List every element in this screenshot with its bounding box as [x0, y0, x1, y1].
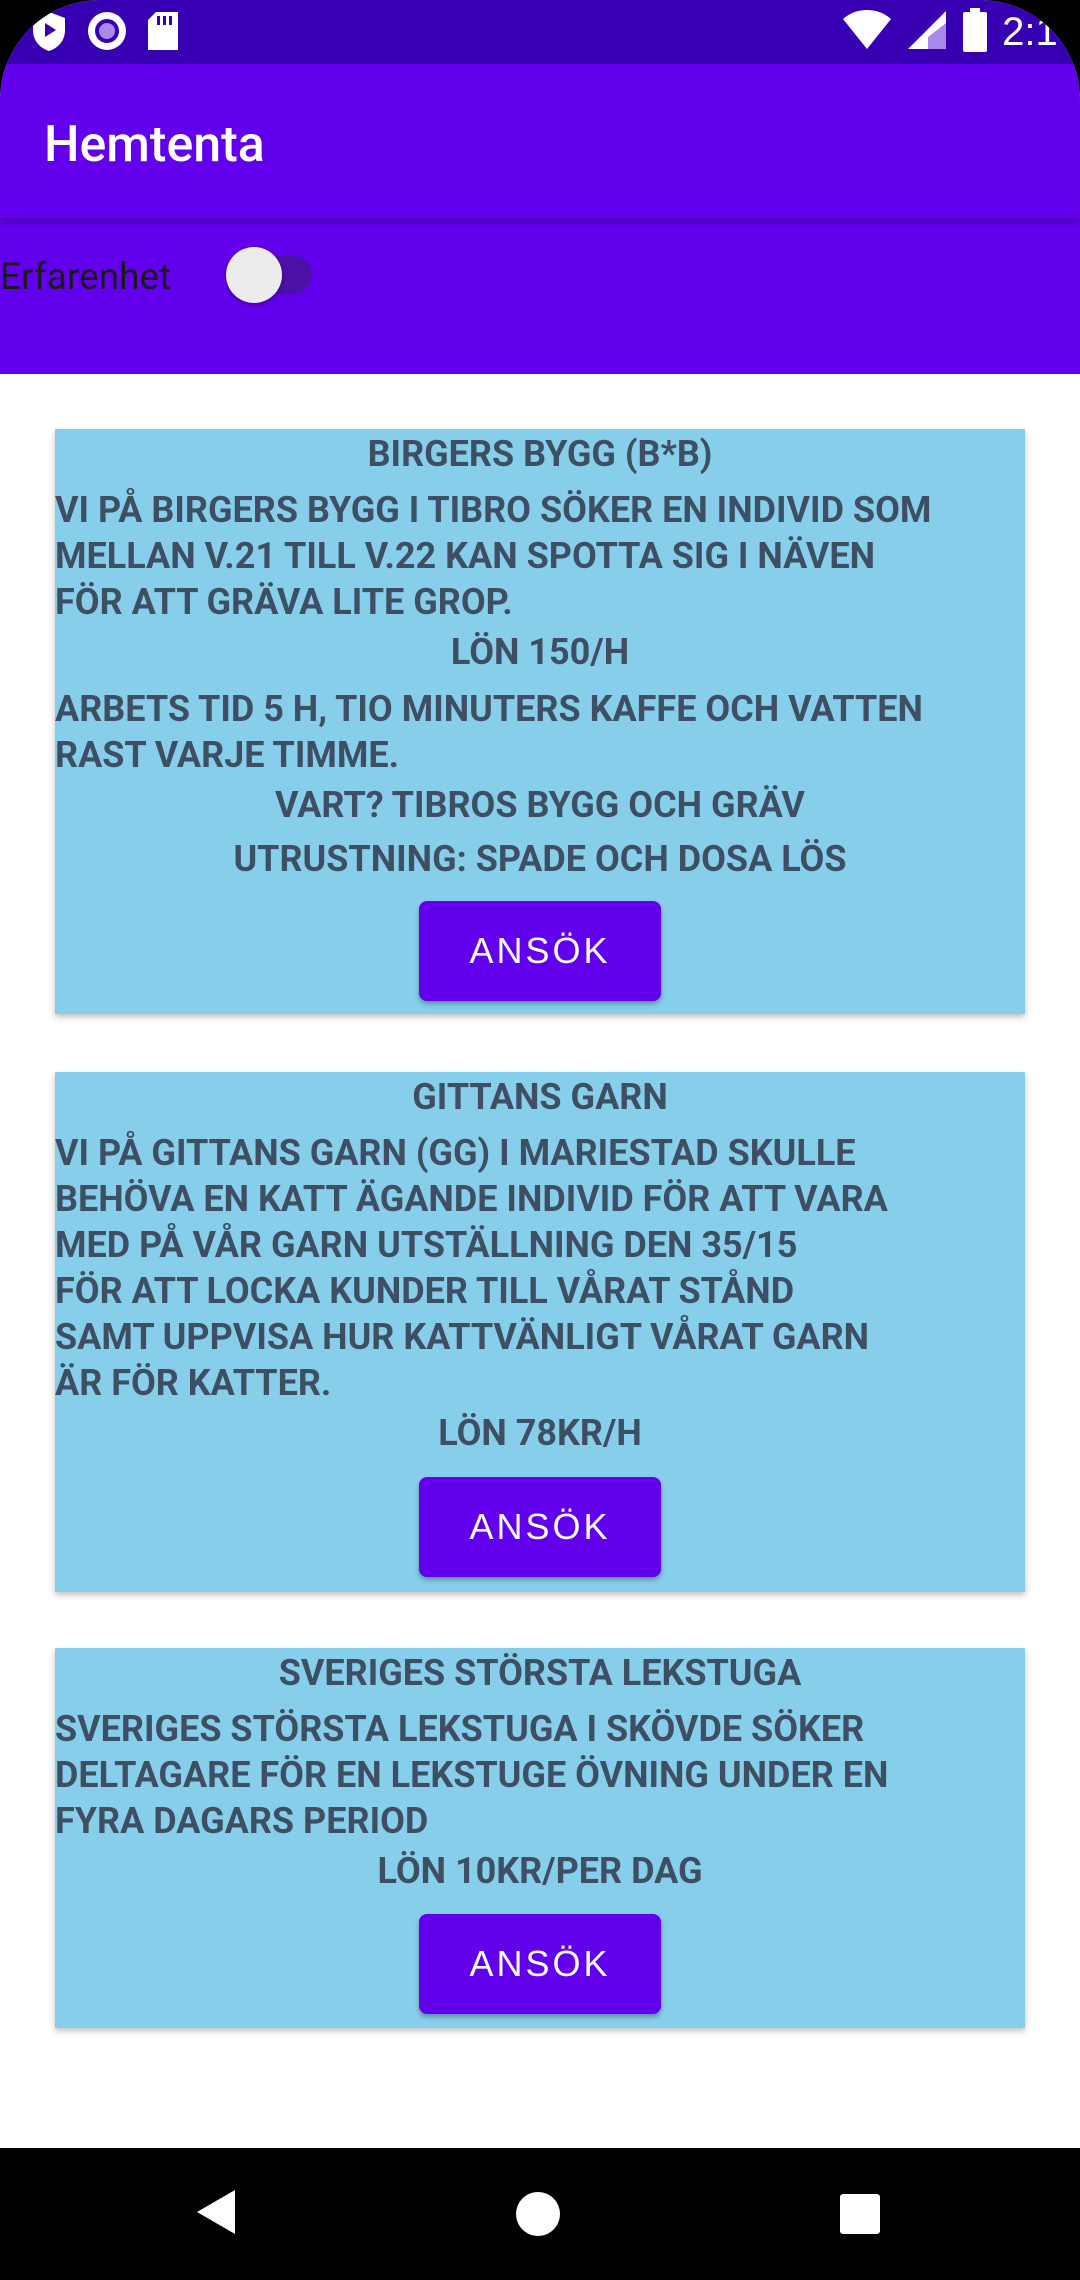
- job-description-line: FYRA DAGARS PERIOD: [55, 1800, 429, 1842]
- job-card: SVERIGES STÖRSTA LEKSTUGA SVERIGES STÖRS…: [55, 1648, 1025, 2028]
- job-description-line: VI PÅ GITTANS GARN (GG) I MARIESTAD SKUL…: [55, 1132, 856, 1174]
- apply-button[interactable]: ANSÖK: [419, 1914, 661, 2014]
- job-description-line: ÄR FÖR KATTER.: [55, 1362, 332, 1404]
- circle-dot-icon: [86, 10, 128, 56]
- job-salary: LÖN 150/H: [450, 631, 630, 673]
- job-card: BIRGERS BYGG (B*B) VI PÅ BIRGERS BYGG I …: [55, 429, 1025, 1014]
- job-description-line: BEHÖVA EN KATT ÄGANDE INDIVID FÖR ATT VA…: [55, 1178, 888, 1220]
- job-hours-line: ARBETS TID 5 H, TIO MINUTERS KAFFE OCH V…: [55, 688, 923, 730]
- wifi-icon: [842, 9, 892, 55]
- navigation-bar: [0, 2148, 1080, 2280]
- recent-apps-icon[interactable]: [840, 2194, 880, 2234]
- job-title: GITTANS GARN: [412, 1076, 668, 1118]
- app-bar: Hemtenta: [0, 64, 1080, 218]
- job-hours-line: RAST VARJE TIMME.: [55, 734, 400, 776]
- apply-button[interactable]: ANSÖK: [419, 1477, 661, 1577]
- job-salary: LÖN 78KR/H: [438, 1412, 642, 1454]
- filter-row: Erfarenhet: [0, 218, 1080, 374]
- screen: 2:17 Hemtenta Erfarenhet BIRGERS BYGG (B…: [0, 0, 1080, 2280]
- back-icon[interactable]: [197, 2190, 235, 2234]
- job-equipment: UTRUSTNING: SPADE OCH DOSA LÖS: [233, 838, 847, 880]
- experience-label: Erfarenhet: [0, 256, 172, 299]
- job-description-line: DELTAGARE FÖR EN LEKSTUGE ÖVNING UNDER E…: [55, 1754, 889, 1796]
- signal-icon: [906, 9, 948, 55]
- job-location: VART? TIBROS BYGG OCH GRÄV: [275, 784, 805, 826]
- job-title: BIRGERS BYGG (B*B): [367, 433, 713, 475]
- job-description-line: VI PÅ BIRGERS BYGG I TIBRO SÖKER EN INDI…: [55, 489, 932, 531]
- job-description-line: MED PÅ VÅR GARN UTSTÄLLNING DEN 35/15: [55, 1224, 798, 1266]
- status-bar: 2:17: [0, 0, 1080, 64]
- apply-button[interactable]: ANSÖK: [419, 901, 661, 1001]
- switch-thumb[interactable]: [226, 247, 282, 303]
- job-title: SVERIGES STÖRSTA LEKSTUGA: [278, 1652, 802, 1694]
- job-description-line: SAMT UPPVISA HUR KATTVÄNLIGT VÅRAT GARN: [55, 1316, 870, 1358]
- shield-play-icon: [30, 10, 68, 56]
- job-description-line: FÖR ATT GRÄVA LITE GROP.: [55, 581, 513, 623]
- sd-card-icon: [146, 10, 180, 56]
- app-title: Hemtenta: [44, 116, 265, 174]
- job-card: GITTANS GARN VI PÅ GITTANS GARN (GG) I M…: [55, 1072, 1025, 1592]
- job-description-line: FÖR ATT LOCKA KUNDER TILL VÅRAT STÅND: [55, 1270, 795, 1312]
- status-time: 2:17: [1002, 9, 1080, 54]
- job-description-line: SVERIGES STÖRSTA LEKSTUGA I SKÖVDE SÖKER: [55, 1708, 865, 1750]
- job-description-line: MELLAN V.21 TILL V.22 KAN SPOTTA SIG I N…: [55, 535, 876, 577]
- job-salary: LÖN 10KR/PER DAG: [377, 1850, 703, 1892]
- home-icon[interactable]: [516, 2192, 560, 2236]
- battery-icon: [962, 8, 988, 56]
